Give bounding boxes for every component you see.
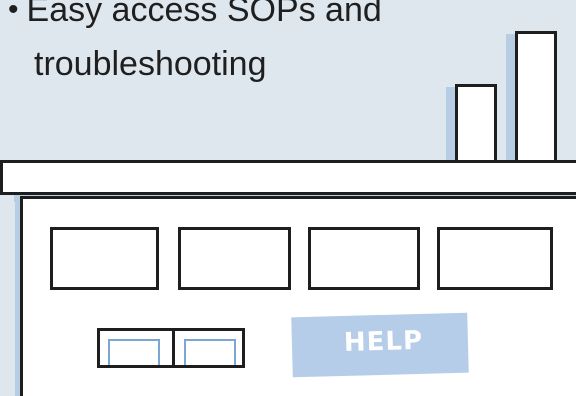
bullet-line-1: • Easy access SOPs and xyxy=(0,0,382,38)
door-pane xyxy=(184,339,236,365)
bullet-list-item: • Easy access SOPs and troubleshooting xyxy=(0,0,382,90)
window xyxy=(178,227,291,290)
door-divider xyxy=(172,331,175,365)
bullet-text-line-1: Easy access SOPs and xyxy=(26,0,382,29)
window xyxy=(308,227,420,290)
help-sign: HELP xyxy=(291,312,469,378)
chimney-tall xyxy=(506,31,557,166)
window xyxy=(50,227,159,290)
window xyxy=(437,227,553,290)
chimney-short xyxy=(446,84,497,166)
bullet-text-line-2: troubleshooting xyxy=(34,45,267,83)
roof xyxy=(0,160,576,195)
door-pane xyxy=(108,339,160,365)
door xyxy=(97,328,245,368)
bullet-marker: • xyxy=(8,0,19,26)
help-sign-text: HELP xyxy=(343,325,424,358)
